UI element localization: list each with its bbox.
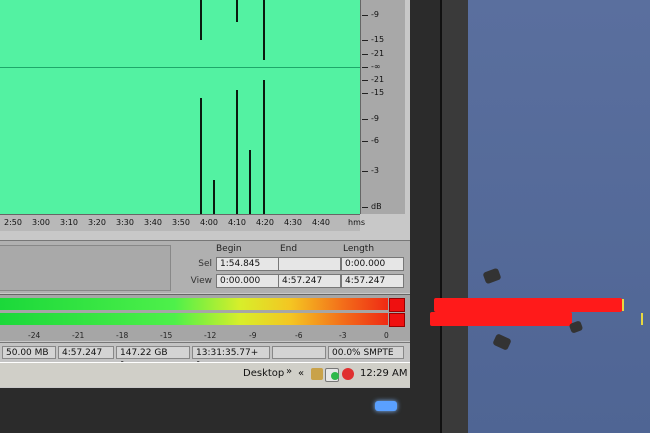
waveform-spike xyxy=(263,0,265,60)
selection-panel: Begin End Length Sel 1:54.845 0:00.000 V… xyxy=(0,240,410,293)
meter-tick: -3 xyxy=(339,331,347,340)
db-label: -15 xyxy=(361,35,385,44)
meter-tick: 0 xyxy=(384,331,389,340)
meter-tick: -24 xyxy=(28,331,41,340)
meter-bar-left xyxy=(0,298,388,310)
overflow-meter-tick xyxy=(641,313,643,325)
file-duration: 4:57.247 xyxy=(58,346,114,359)
db-label: -9 xyxy=(362,10,379,19)
file-size: 50.00 MB xyxy=(2,346,56,359)
time-tick: 3:20 xyxy=(88,218,106,227)
meter-tick: -12 xyxy=(204,331,217,340)
meter-tick: -15 xyxy=(160,331,173,340)
time-tick: 4:20 xyxy=(256,218,274,227)
waveform-spike xyxy=(236,90,238,214)
end-header: End xyxy=(280,244,298,254)
tray-expand-button[interactable]: « xyxy=(298,368,304,379)
sel-row-label: Sel xyxy=(198,259,212,269)
power-tray-icon[interactable] xyxy=(342,368,354,380)
screen: -9 -15 -21 -∞ -21 -15 -9 -6 -3 dB 2:50 3… xyxy=(0,0,410,388)
view-row-label: View xyxy=(190,276,212,286)
time-tick: 3:00 xyxy=(32,218,50,227)
length-header: Length xyxy=(343,244,375,254)
view-end-field[interactable]: 4:57.247 xyxy=(278,274,341,288)
db-label: -∞ xyxy=(362,62,381,71)
time-tick: 3:30 xyxy=(116,218,134,227)
db-label: -21 xyxy=(361,75,385,84)
status-bar: 50.00 MB 4:57.247 147.22 GB free 13:31:3… xyxy=(0,342,410,371)
time-tick: 4:10 xyxy=(228,218,246,227)
power-led xyxy=(375,401,397,411)
waveform-spike xyxy=(200,98,202,214)
db-scale: -9 -15 -21 -∞ -21 -15 -9 -6 -3 dB xyxy=(360,0,405,214)
peak-indicator-left[interactable] xyxy=(389,298,405,312)
waveform-centerline xyxy=(0,67,360,68)
time-tick: 2:50 xyxy=(4,218,22,227)
sel-end-field[interactable] xyxy=(278,257,341,271)
time-tick: 4:40 xyxy=(312,218,330,227)
pencil-tray-icon[interactable] xyxy=(311,368,323,380)
meter-tick: -21 xyxy=(72,331,85,340)
meter-tick: -18 xyxy=(116,331,129,340)
db-label: -6 xyxy=(362,136,379,145)
sel-begin-field[interactable]: 1:54.845 xyxy=(216,257,279,271)
taskbar: Desktop » « 12:29 AM xyxy=(0,362,410,387)
disk-free: 147.22 GB free xyxy=(116,346,190,371)
monitor-side xyxy=(440,0,468,433)
db-label: -9 xyxy=(362,114,379,123)
debris-fragment xyxy=(492,333,512,351)
time-format[interactable]: 00.0% SMPTE xyxy=(328,346,404,359)
waveform-display[interactable] xyxy=(0,0,360,214)
desktop-toolbar-button[interactable]: Desktop xyxy=(243,368,284,379)
waveform-spike xyxy=(213,180,215,214)
time-unit: hms xyxy=(348,218,366,227)
begin-header: Begin xyxy=(216,244,242,254)
time-tick: 4:30 xyxy=(284,218,302,227)
level-meter: -24 -21 -18 -15 -12 -9 -6 -3 0 xyxy=(0,294,410,341)
db-label: dB xyxy=(362,202,382,211)
overflow-meter-bar-top xyxy=(434,298,622,312)
meter-tick: -6 xyxy=(295,331,303,340)
sel-length-field[interactable]: 0:00.000 xyxy=(341,257,404,271)
waveform-spike xyxy=(236,0,238,22)
overflow-meter-tick xyxy=(622,299,624,311)
time-tick: 4:00 xyxy=(200,218,218,227)
selection-left-pane xyxy=(0,245,171,291)
time-free: 13:31:35.77+ free xyxy=(192,346,270,371)
debris-fragment xyxy=(482,267,502,285)
debris-fragment xyxy=(568,320,584,334)
waveform-spike xyxy=(263,80,265,214)
db-label: -15 xyxy=(361,88,385,97)
meter-bar-right xyxy=(0,313,388,325)
toolbar-overflow-button[interactable]: » xyxy=(286,366,292,377)
peak-indicator-right[interactable] xyxy=(389,313,405,327)
time-tick: 3:50 xyxy=(172,218,190,227)
taskbar-clock[interactable]: 12:29 AM xyxy=(360,368,407,379)
waveform-spike xyxy=(249,150,251,214)
db-label: -21 xyxy=(361,49,385,58)
time-tick: 3:10 xyxy=(60,218,78,227)
meter-tick: -9 xyxy=(249,331,257,340)
time-tick: 3:40 xyxy=(144,218,162,227)
waveform-spike xyxy=(200,0,202,40)
status-empty-field xyxy=(272,346,326,359)
view-begin-field[interactable]: 0:00.000 xyxy=(216,274,279,288)
view-length-field[interactable]: 4:57.247 xyxy=(341,274,404,288)
time-ruler[interactable]: 2:50 3:00 3:10 3:20 3:30 3:40 3:50 4:00 … xyxy=(0,214,365,231)
status-green-icon xyxy=(331,372,339,380)
overflow-meter-bar-bottom xyxy=(430,312,572,326)
db-label: -3 xyxy=(362,166,379,175)
